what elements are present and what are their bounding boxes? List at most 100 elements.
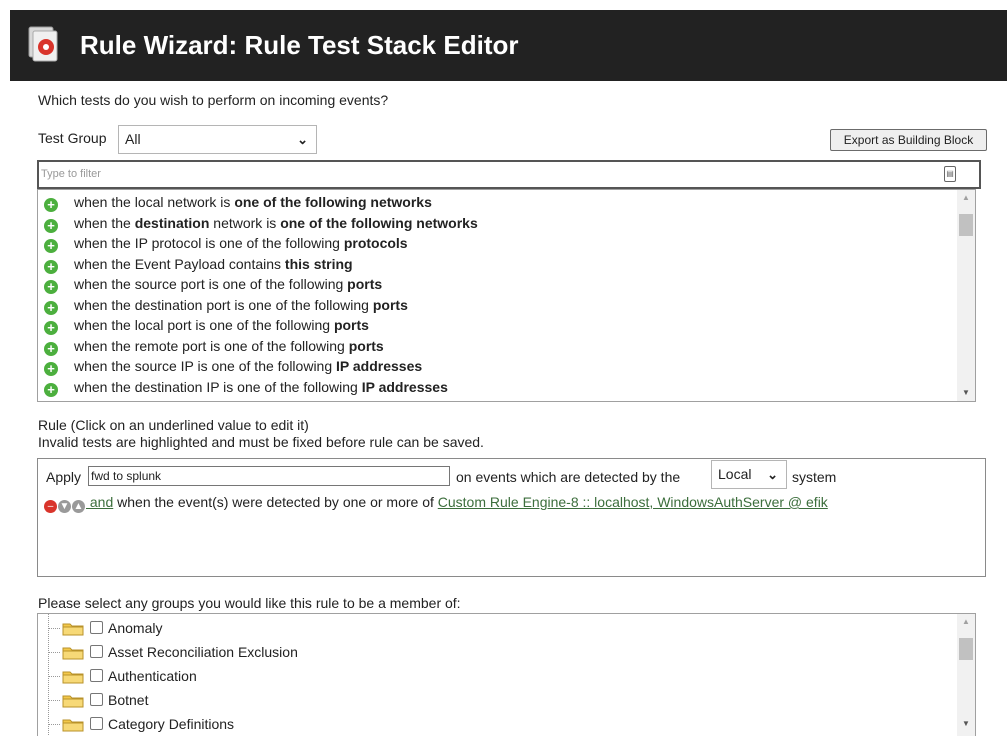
test-group-label: Test Group — [38, 130, 107, 146]
test-text: one of the following networks — [234, 194, 432, 210]
folder-icon — [62, 647, 84, 660]
test-text: ports — [348, 337, 384, 354]
test-item[interactable]: + when the destination IP is one of the f… — [44, 377, 448, 397]
group-item[interactable]: Authentication — [38, 664, 938, 688]
test-text: when the local network is — [74, 194, 235, 210]
test-text: ports — [347, 276, 383, 292]
tree-connector — [48, 676, 60, 677]
test-text: ports — [333, 317, 369, 333]
tree-connector — [48, 724, 60, 725]
group-item[interactable]: Category Definitions — [38, 712, 938, 736]
add-test-icon[interactable]: + — [44, 218, 58, 233]
wizard-icon — [28, 26, 58, 62]
test-group-select[interactable]: All ⌄ — [118, 125, 317, 154]
test-text: when the source IP is one of the followi… — [74, 358, 337, 374]
export-building-block-button[interactable]: Export as Building Block — [830, 129, 987, 151]
test-item[interactable]: + when the source port is one of the foll… — [44, 274, 382, 294]
tests-scrollbar[interactable]: ▲ ▼ — [957, 190, 975, 401]
tree-trunk — [48, 614, 49, 736]
group-checkbox[interactable] — [90, 693, 103, 706]
add-test-icon[interactable]: + — [44, 341, 58, 356]
add-test-icon[interactable]: + — [44, 239, 58, 253]
add-test-icon[interactable]: + — [44, 321, 58, 335]
test-text: when the — [74, 214, 135, 231]
test-text: network is — [209, 214, 281, 231]
tests-prompt: Which tests do you wish to perform on in… — [38, 92, 389, 108]
tree-connector — [48, 652, 60, 653]
apply-label: Apply — [46, 469, 82, 485]
group-label: Botnet — [108, 692, 149, 708]
add-test-icon[interactable]: + — [44, 259, 58, 274]
move-up-icon[interactable]: ▲ — [72, 500, 85, 513]
groups-scrollbar[interactable]: ▲ ▼ — [957, 614, 975, 736]
folder-icon — [62, 695, 84, 708]
add-test-icon[interactable]: + — [44, 280, 58, 294]
group-item[interactable]: Asset Reconciliation Exclusion — [38, 640, 938, 664]
test-text: when the Event Payload contains — [74, 255, 285, 272]
chevron-down-icon: ⌄ — [767, 467, 778, 482]
group-checkbox[interactable] — [90, 669, 103, 682]
folder-icon — [62, 623, 84, 636]
test-text: when the destination IP is one of the fo… — [74, 378, 362, 395]
folder-icon — [62, 719, 84, 732]
scroll-thumb[interactable] — [959, 638, 973, 660]
group-label: Anomaly — [108, 620, 163, 636]
rule-condition: – ▼ ▲ and when the event(s) were detected … — [44, 494, 828, 513]
group-checkbox[interactable] — [90, 717, 103, 730]
system-select[interactable]: Local ⌄ — [711, 460, 787, 489]
add-test-icon[interactable]: + — [44, 198, 58, 212]
add-test-icon[interactable]: + — [44, 362, 58, 376]
group-label: Asset Reconciliation Exclusion — [108, 644, 298, 660]
test-item[interactable]: + when the local port is one of the follo… — [44, 315, 369, 335]
tree-connector — [48, 700, 60, 701]
rule-engine-link[interactable]: Custom Rule Engine-8 :: localhost, Windo… — [438, 494, 828, 510]
title-bar: Rule Wizard: Rule Test Stack Editor — [10, 10, 1007, 81]
rule-name-input[interactable]: fwd to splunk — [88, 466, 450, 486]
test-filter-input[interactable]: Type to filter ▤ — [37, 160, 981, 189]
group-label: Authentication — [108, 668, 197, 684]
test-item[interactable]: + when the destination network is one of … — [44, 213, 478, 233]
test-item[interactable]: + when the destination port is one of the… — [44, 295, 408, 315]
test-item[interactable]: + when the Event Payload contains this st… — [44, 254, 353, 274]
groups-tree[interactable]: ▲ ▼ Anomaly Asset Reconciliation Exclusio… — [37, 613, 976, 736]
groups-prompt: Please select any groups you would like … — [38, 595, 461, 611]
test-item[interactable]: + when the IP protocol is one of the foll… — [44, 233, 408, 253]
test-text: protocols — [343, 235, 408, 251]
add-test-icon[interactable]: + — [44, 382, 58, 397]
test-item[interactable]: + when the remote port is one of the foll… — [44, 336, 384, 356]
rule-editor: Apply fwd to splunk on events which are … — [37, 458, 986, 577]
folder-icon — [62, 671, 84, 684]
test-text: when the IP protocol is one of the follo… — [74, 235, 344, 251]
chevron-down-icon: ⌄ — [297, 132, 308, 147]
test-item[interactable]: + when the source IP is one of the follow… — [44, 356, 422, 376]
and-operator-link[interactable]: and — [86, 494, 113, 510]
scroll-up-icon[interactable]: ▲ — [957, 190, 975, 206]
scroll-up-icon[interactable]: ▲ — [957, 614, 975, 630]
test-text: when the remote port is one of the follo… — [74, 337, 349, 354]
test-text: ports — [372, 296, 408, 313]
test-group-value: All — [125, 131, 141, 147]
test-text: IP addresses — [336, 358, 423, 374]
group-item[interactable]: Botnet — [38, 688, 938, 712]
condition-text: when the event(s) were detected by one o… — [113, 494, 438, 510]
events-text: on events which are detected by the — [456, 469, 681, 485]
test-item[interactable]: + when the local network is one of the fo… — [44, 192, 432, 212]
filter-placeholder: Type to filter — [41, 168, 101, 180]
tree-connector — [48, 628, 60, 629]
group-checkbox[interactable] — [90, 645, 103, 658]
scroll-down-icon[interactable]: ▼ — [957, 716, 975, 732]
tests-list[interactable]: ▲ ▼ + when the local network is one of th… — [37, 189, 976, 402]
page-title: Rule Wizard: Rule Test Stack Editor — [80, 30, 519, 60]
add-test-icon[interactable]: + — [44, 300, 58, 315]
group-item[interactable]: Anomaly — [38, 616, 938, 640]
test-text: when the destination port is one of the … — [74, 296, 373, 313]
move-down-icon[interactable]: ▼ — [58, 500, 71, 513]
scroll-down-icon[interactable]: ▼ — [957, 385, 975, 401]
test-text: one of the following networks — [280, 214, 478, 231]
filter-icon[interactable]: ▤ — [944, 166, 956, 182]
group-label: Category Definitions — [108, 716, 235, 732]
group-checkbox[interactable] — [90, 621, 103, 634]
system-select-value: Local — [718, 466, 752, 482]
scroll-thumb[interactable] — [959, 214, 973, 236]
remove-test-icon[interactable]: – — [44, 500, 57, 513]
